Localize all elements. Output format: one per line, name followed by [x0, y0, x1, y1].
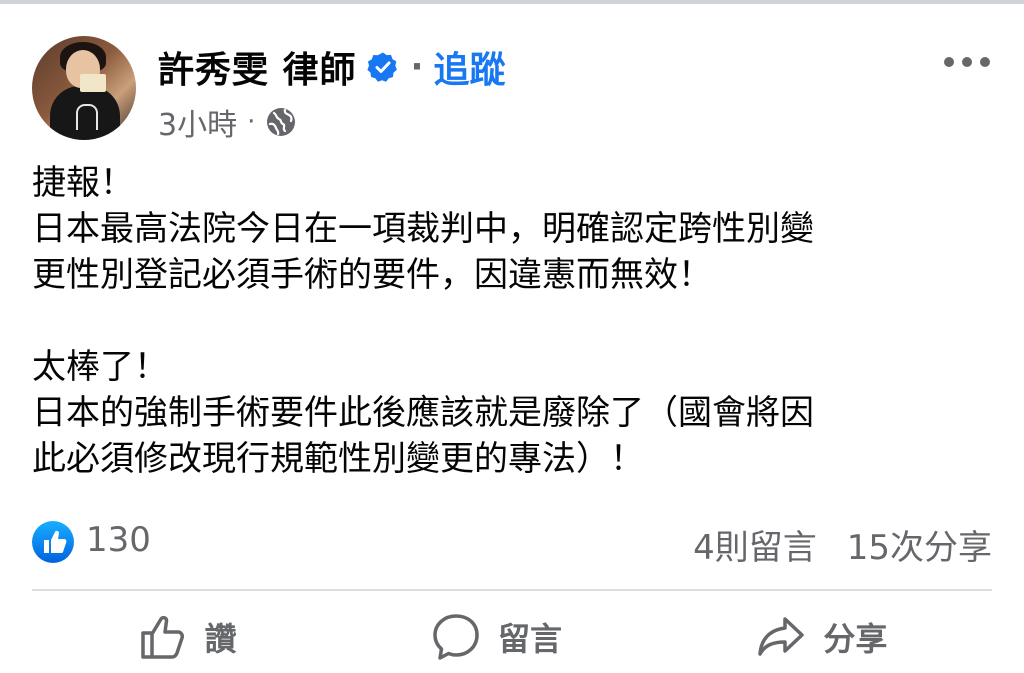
more-options-icon[interactable]: [944, 52, 990, 72]
post-text-line: 更性別登記必須手術的要件，因違憲而無效！: [32, 255, 712, 295]
share-label: 分享: [823, 619, 888, 658]
separator-dot: ·: [410, 47, 424, 87]
like-reaction-icon[interactable]: [32, 521, 74, 563]
divider: [32, 589, 992, 591]
post-text-line: 此必須修改現行規範性別變更的專法）！: [32, 439, 644, 479]
share-count[interactable]: 15次分享: [847, 520, 992, 569]
share-button[interactable]: 分享: [755, 611, 887, 663]
action-bar: 讚 留言 分享: [0, 600, 1024, 673]
comment-label: 留言: [497, 619, 562, 658]
post-time[interactable]: 3小時: [158, 100, 237, 144]
post-text-line: 日本最高法院今日在一項裁判中，明確認定跨性別變: [32, 209, 814, 249]
globe-icon[interactable]: [265, 106, 297, 138]
post-text: 捷報！ 日本最高法院今日在一項裁判中，明確認定跨性別變 更性別登記必須手術的要件…: [32, 160, 992, 482]
comment-count[interactable]: 4則留言: [693, 520, 817, 569]
like-label: 讚: [204, 619, 237, 658]
post-text-line: 捷報！: [32, 163, 134, 203]
comment-button[interactable]: 留言: [430, 611, 562, 663]
like-button[interactable]: 讚: [137, 611, 237, 663]
thumbs-up-icon: [140, 615, 184, 659]
comment-bubble-icon: [433, 613, 479, 660]
author-name[interactable]: 許秀雯 律師: [158, 41, 357, 93]
post-text-line: 太棒了！: [32, 347, 168, 387]
post-text-line: 日本的強制手術要件此後應該就是廢除了（國會將因: [32, 393, 814, 433]
author-row: 許秀雯 律師 · 追蹤: [158, 42, 505, 92]
post-meta: 3小時 ·: [158, 100, 297, 144]
avatar[interactable]: [32, 36, 136, 140]
like-count[interactable]: 130: [86, 520, 151, 560]
share-arrow-icon: [758, 616, 805, 656]
verified-badge-icon: [366, 52, 397, 82]
post-stats: 130 4則留言 15次分享: [32, 516, 992, 569]
top-edge-line: [0, 0, 1024, 4]
follow-button[interactable]: 追蹤: [433, 41, 505, 93]
meta-separator: ·: [247, 107, 256, 137]
post-header: 許秀雯 律師 · 追蹤 3小時 ·: [0, 28, 1024, 148]
